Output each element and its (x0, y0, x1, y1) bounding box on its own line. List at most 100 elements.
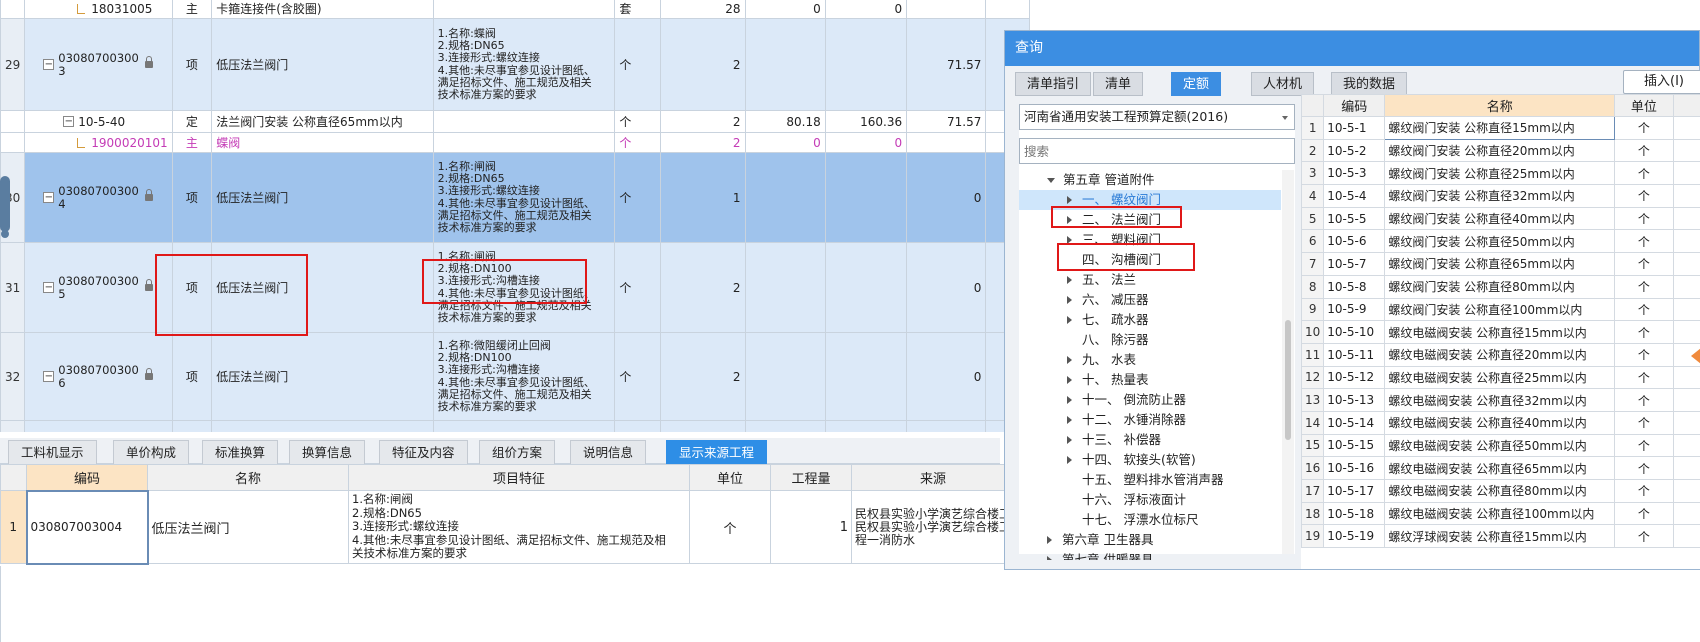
cell-quantity[interactable]: 28 (659, 0, 746, 19)
cell-name[interactable]: 卡箍连接件(含胶圈) (211, 0, 434, 19)
cell-code[interactable]: 10-5-8 (1323, 274, 1386, 299)
cell-labor-price[interactable] (906, 420, 987, 432)
tab-unit-price-composition[interactable]: 单价构成 (113, 440, 190, 464)
table-row[interactable]: 29−03080700300 3 项低压法兰阀门 1.名称:蝶阀 2.规格:DN65 3.… (0, 18, 1030, 111)
tree-node[interactable]: 十一、 倒流防止器 (1019, 390, 1186, 410)
cell-unit[interactable] (614, 420, 661, 432)
cell-name[interactable]: 螺纹阀门安装 公称直径80mm以内 (1384, 274, 1616, 299)
caret-right-icon[interactable] (1067, 316, 1072, 324)
cell-feature[interactable] (432, 0, 616, 19)
table-row[interactable]: 1 030807003004 低压法兰阀门 1.名称:闸阀 2.规格:DN65 … (0, 489, 1016, 565)
cell-source[interactable]: 民权县实验小学演艺综合楼工 民权县实验小学演艺综合楼工 程一消防水 (850, 490, 1016, 564)
table-row[interactable]: 6 10-5-6 螺纹阀门安装 公称直径50mm以内个 (1301, 229, 1700, 254)
table-row[interactable]: 1 10-5-1 螺纹阀门安装 公称直径15mm以内个 (1301, 116, 1700, 140)
cell-unit[interactable]: 个 (1614, 388, 1674, 412)
cell-name[interactable]: 螺纹电磁阀安装 公称直径40mm以内 (1384, 410, 1616, 435)
cell-name[interactable]: 螺纹电磁阀安装 公称直径25mm以内 (1384, 365, 1616, 390)
cell-code[interactable]: 030807003004 (25, 489, 149, 565)
cell-total[interactable] (824, 18, 908, 111)
cell-name[interactable]: 低压法兰阀门 (211, 18, 434, 111)
cell-code[interactable]: 10-5-12 (1323, 365, 1386, 390)
table-row[interactable]: 32−03080700300 6 项低压法兰阀门 1.名称:微阻缓闭止回阀 2.规格:D… (0, 332, 1030, 421)
cell-code[interactable]: 10-5-6 (1323, 229, 1386, 254)
cell-unit[interactable]: 个 (614, 152, 661, 243)
tree-node[interactable]: 九、 水表 (1019, 350, 1136, 370)
col-header-quantity[interactable]: 工程量 (770, 464, 852, 491)
tree-node[interactable]: 十五、 塑料排水管消声器 (1019, 470, 1223, 490)
cell-quantity[interactable] (659, 420, 746, 432)
cell-unit[interactable]: 个 (614, 332, 661, 421)
cell-name[interactable]: 螺纹阀门安装 公称直径20mm以内 (1384, 138, 1616, 163)
cell-name[interactable]: 低压法兰阀门 (147, 490, 349, 564)
cell-quantity[interactable]: 2 (659, 242, 746, 333)
cell-feature[interactable] (432, 110, 616, 133)
tree-node[interactable]: 第六章 卫生器具 (1019, 530, 1153, 550)
vertical-scrollbar-thumb[interactable] (0, 176, 10, 238)
cell-unit[interactable]: 个 (1614, 297, 1674, 322)
tab-bill[interactable]: 清单 (1093, 72, 1144, 96)
cell-name[interactable]: 螺纹阀门安装 公称直径65mm以内 (1384, 252, 1616, 276)
cell-feature[interactable]: 1.名称:闸阀 2.规格:DN65 3.连接形式:螺纹连接 4.其他:未尽事宜参… (348, 490, 690, 564)
cell-name[interactable]: 螺纹电磁阀安装 公称直径32mm以内 (1384, 388, 1616, 412)
cell-unit[interactable]: 个 (614, 18, 661, 111)
cell-name[interactable]: 螺纹电磁阀安装 公称直径50mm以内 (1384, 433, 1616, 458)
cell-quantity[interactable]: 2 (659, 332, 746, 421)
caret-right-icon[interactable] (1047, 536, 1052, 544)
collapse-icon[interactable]: − (43, 282, 55, 293)
table-row[interactable]: 16 10-5-16 螺纹电磁阀安装 公称直径65mm以内个 (1301, 456, 1700, 480)
cell-code[interactable]: 10-5-18 (1323, 501, 1386, 526)
tab-my-data[interactable]: 我的数据 (1331, 72, 1408, 96)
cell-unit-price[interactable]: 80.18 (744, 110, 826, 133)
cell-name[interactable]: 螺纹电磁阀安装 公称直径80mm以内 (1384, 479, 1616, 503)
cell-total[interactable]: 0 (824, 132, 908, 153)
cell-code[interactable]: 10-5-9 (1323, 297, 1386, 322)
cell-labor-price[interactable]: 0 (906, 242, 987, 333)
cell-unit[interactable]: 个 (614, 242, 661, 333)
table-row[interactable]: 18 10-5-18 螺纹电磁阀安装 公称直径100mm以内个 (1301, 501, 1700, 526)
cell-unit[interactable]: 个 (1614, 116, 1674, 140)
search-input[interactable] (1019, 138, 1295, 164)
table-row[interactable]: 15 10-5-15 螺纹电磁阀安装 公称直径50mm以内个 (1301, 433, 1700, 458)
cell-unit[interactable]: 个 (1614, 456, 1674, 480)
cell-unit[interactable]: 套 (614, 0, 661, 19)
cell-quantity[interactable]: 2 (659, 132, 746, 153)
table-row[interactable]: 9 10-5-9 螺纹阀门安装 公称直径100mm以内个 (1301, 297, 1700, 322)
cell-quantity[interactable]: 2 (659, 18, 746, 111)
table-row[interactable]: 13 10-5-13 螺纹电磁阀安装 公称直径32mm以内个 (1301, 388, 1700, 412)
cell-extra[interactable] (985, 0, 1030, 19)
tab-features-content[interactable]: 特征及内容 (379, 440, 468, 464)
tree-node[interactable]: 七、 疏水器 (1019, 310, 1148, 330)
cell-feature[interactable] (432, 132, 616, 153)
tab-materials[interactable]: 人材机 (1251, 72, 1315, 96)
cell-unit-price[interactable] (744, 18, 826, 111)
cell-unit[interactable]: 个 (1614, 479, 1674, 503)
cell-unit[interactable]: 个 (1614, 138, 1674, 163)
col-header-code[interactable]: 编码 (1323, 94, 1386, 117)
col-header-feature[interactable]: 项目特征 (348, 464, 690, 491)
caret-right-icon[interactable] (1067, 296, 1072, 304)
table-row[interactable]: 12 10-5-12 螺纹电磁阀安装 公称直径25mm以内个 (1301, 365, 1700, 390)
cell-code[interactable]: 10-5-13 (1323, 388, 1386, 412)
tree-node[interactable]: 十、 热量表 (1019, 370, 1148, 390)
cell-unit[interactable]: 个 (1614, 365, 1674, 390)
tree-node[interactable]: 十七、 浮漂水位标尺 (1019, 510, 1198, 530)
quota-book-select[interactable]: 河南省通用安装工程预算定额(2016) (1019, 104, 1295, 130)
cell-code[interactable]: 10-5-5 (1323, 206, 1386, 231)
table-row[interactable]: 5 10-5-5 螺纹阀门安装 公称直径40mm以内个 (1301, 206, 1700, 231)
cell-code[interactable]: 10-5-19 (1323, 524, 1386, 549)
table-row[interactable]: 14 10-5-14 螺纹电磁阀安装 公称直径40mm以内个 (1301, 410, 1700, 435)
cell-unit[interactable]: 个 (1614, 501, 1674, 526)
table-row[interactable]: 17 10-5-17 螺纹电磁阀安装 公称直径80mm以内个 (1301, 479, 1700, 503)
cell-name[interactable]: 螺纹电磁阀安装 公称直径20mm以内 (1384, 342, 1616, 367)
tree-node[interactable]: 十三、 补偿器 (1019, 430, 1161, 450)
cell-code[interactable]: −03080700300 3 (24, 18, 173, 111)
cell-code[interactable]: −03080700300 6 (24, 332, 173, 421)
cell-name[interactable]: 螺纹电磁阀安装 公称直径100mm以内 (1384, 501, 1616, 526)
cell-total[interactable] (824, 332, 908, 421)
source-project-grid[interactable]: 编码 名称 项目特征 单位 工程量 来源 1 030807003004 低压法兰… (0, 464, 1016, 565)
cell-unit-price[interactable] (744, 152, 826, 243)
table-row[interactable]: 7 10-5-7 螺纹阀门安装 公称直径65mm以内个 (1301, 252, 1700, 276)
cell-code[interactable]: 10-5-2 (1323, 138, 1386, 163)
table-row[interactable]: 1900020101 主蝶阀个 2 0 0 (0, 132, 1030, 153)
cell-quantity[interactable]: 1 (659, 152, 746, 243)
